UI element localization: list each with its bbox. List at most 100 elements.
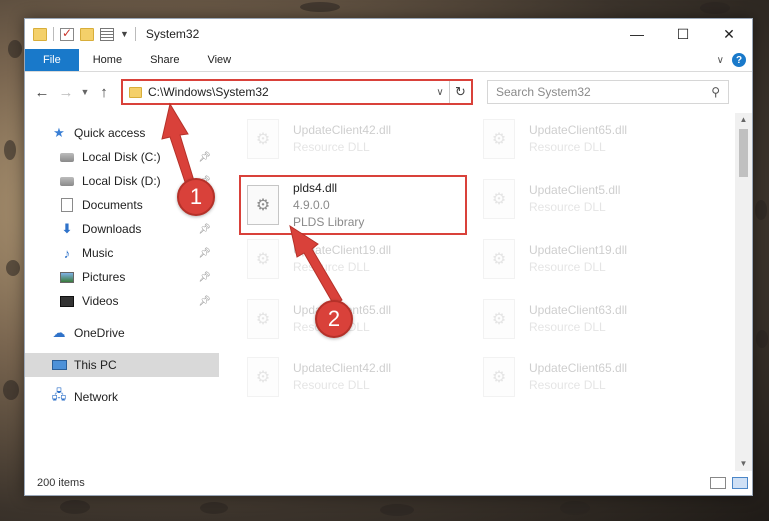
file-name: UpdateClient19.dll (529, 243, 628, 257)
pictures-icon (59, 270, 75, 284)
scroll-down-icon[interactable]: ▼ (735, 457, 752, 471)
sidebar-item-music[interactable]: ♪ Music 📌︎ (25, 241, 219, 265)
address-dropdown-icon[interactable]: ∨ (431, 87, 449, 98)
quick-access-toolbar: ▼ (25, 26, 136, 41)
dll-file-icon: ⚙ (483, 119, 515, 159)
sidebar-item-label: Quick access (74, 126, 146, 140)
pin-icon[interactable]: 📌︎ (198, 248, 211, 259)
dll-file-icon: ⚙ (483, 299, 515, 339)
close-button[interactable]: ✕ (706, 19, 752, 49)
file-item[interactable]: ⚙ UpdateClient63.dll Resource DLL (483, 295, 711, 343)
file-name: UpdateClient42.dll (293, 361, 392, 375)
sidebar-item-this-pc[interactable]: This PC (25, 353, 219, 377)
address-path[interactable]: C:\Windows\System32 (148, 85, 431, 99)
disk-icon (59, 174, 75, 188)
file-item[interactable]: ⚙ UpdateClient65.dll Resource DLL (483, 353, 711, 401)
dll-file-icon: ⚙ (483, 239, 515, 279)
pin-icon[interactable]: 📌︎ (198, 224, 211, 235)
file-type: Resource DLL (293, 378, 370, 392)
dll-file-icon: ⚙ (247, 119, 279, 159)
tab-file[interactable]: File (25, 49, 79, 71)
up-arrow-icon[interactable]: ↑ (93, 84, 115, 101)
file-item[interactable]: ⚙ UpdateClient19.dll Resource DLL (247, 235, 475, 283)
large-icons-view-icon[interactable] (732, 477, 748, 489)
sidebar-item-local-disk-c[interactable]: Local Disk (C:) 📌︎ (25, 145, 219, 169)
chevron-down-icon[interactable]: ▼ (120, 29, 129, 39)
search-input[interactable] (496, 85, 712, 99)
highlighted-file-item[interactable]: ⚙ plds4.dll 4.9.0.0 PLDS Library (239, 175, 467, 235)
scroll-up-icon[interactable]: ▲ (735, 113, 752, 127)
pin-icon[interactable]: 📌︎ (198, 152, 211, 163)
address-bar[interactable]: C:\Windows\System32 ∨ ↻ (121, 79, 473, 105)
file-item[interactable]: ⚙ UpdateClient42.dll Resource DLL (247, 353, 475, 401)
file-name: UpdateClient5.dll (529, 183, 621, 197)
star-icon: ★ (53, 125, 65, 140)
maximize-button[interactable]: ☐ (660, 19, 706, 49)
file-item[interactable]: ⚙ UpdateClient19.dll Resource DLL (483, 235, 711, 283)
cloud-icon: ☁ (52, 325, 66, 340)
sidebar-item-label: Pictures (82, 270, 126, 284)
sidebar-item-network[interactable]: 🖧︎ Network (25, 385, 219, 409)
file-item[interactable]: ⚙ UpdateClient65.dllResource DLL (247, 295, 475, 343)
search-icon[interactable]: ⚲ (711, 85, 720, 99)
window-title: System32 (145, 27, 200, 41)
documents-icon (59, 198, 75, 212)
minimize-button[interactable]: — (614, 19, 660, 49)
file-type: Resource DLL (529, 140, 606, 154)
sidebar-item-downloads[interactable]: ⬇ Downloads 📌︎ (25, 217, 219, 241)
search-box[interactable]: ⚲ (487, 80, 729, 104)
sidebar-item-quick-access[interactable]: ★ Quick access (25, 121, 219, 145)
tab-share[interactable]: Share (136, 49, 193, 71)
step-badge-1: 1 (177, 178, 215, 216)
folder-icon (129, 86, 142, 98)
file-item[interactable]: ⚙ UpdateClient5.dll Resource DLL (483, 175, 711, 223)
file-name: UpdateClient65.dll (529, 123, 628, 137)
disk-icon (59, 150, 75, 164)
title-bar: ▼ System32 — ☐ ✕ (25, 19, 752, 49)
forward-arrow-icon[interactable]: → (55, 84, 77, 101)
file-name: UpdateClient65.dll (529, 361, 628, 375)
vertical-scrollbar[interactable]: ▲ ▼ (735, 113, 752, 471)
properties-check-icon[interactable] (60, 26, 74, 41)
recent-locations-chevron-icon[interactable]: ▼ (79, 87, 91, 97)
customize-icon[interactable] (100, 27, 114, 41)
file-name: UpdateClient63.dll (529, 303, 628, 317)
dll-file-icon: ⚙ (483, 357, 515, 397)
sidebar-item-videos[interactable]: Videos 📌︎ (25, 289, 219, 313)
explorer-window: ▼ System32 — ☐ ✕ File Home Share View ∨ … (24, 18, 753, 496)
dll-file-icon: ⚙ (483, 179, 515, 219)
file-type: Resource DLL (529, 320, 606, 334)
sidebar-item-onedrive[interactable]: ☁ OneDrive (25, 321, 219, 345)
network-icon: 🖧︎ (51, 387, 67, 402)
file-item[interactable]: ⚙ UpdateClient42.dll Resource DLL (247, 115, 475, 163)
dll-file-icon: ⚙ (247, 239, 279, 279)
sidebar-item-label: Videos (82, 294, 119, 308)
status-bar: 200 items (25, 471, 752, 495)
tab-view[interactable]: View (193, 49, 245, 71)
ribbon-tabs: File Home Share View ∨ ? (25, 49, 752, 72)
computer-icon (51, 358, 67, 372)
pin-icon[interactable]: 📌︎ (198, 296, 211, 307)
refresh-icon[interactable]: ↻ (449, 81, 471, 103)
file-name: UpdateClient19.dll (293, 243, 392, 257)
file-item[interactable]: ⚙ UpdateClient65.dll Resource DLL (483, 115, 711, 163)
new-folder-icon[interactable] (80, 27, 94, 41)
help-icon[interactable]: ? (732, 53, 746, 67)
scrollbar-thumb[interactable] (739, 129, 748, 177)
expand-ribbon-icon[interactable]: ∨ (717, 55, 724, 66)
separator (53, 27, 54, 41)
step-badge-2: 2 (315, 300, 353, 338)
tab-home[interactable]: Home (79, 49, 136, 71)
sidebar-item-pictures[interactable]: Pictures 📌︎ (25, 265, 219, 289)
file-type: Resource DLL (529, 378, 606, 392)
download-icon: ⬇ (61, 221, 73, 236)
file-name: plds4.dll (293, 180, 338, 195)
pin-icon[interactable]: 📌︎ (198, 272, 211, 283)
sidebar-item-label: Downloads (82, 222, 142, 236)
details-view-icon[interactable] (710, 477, 726, 489)
videos-icon (59, 294, 75, 308)
item-count: 200 items (37, 477, 85, 489)
sidebar-item-label: Local Disk (D:) (82, 174, 161, 188)
back-arrow-icon[interactable]: ← (31, 84, 53, 101)
sidebar-item-label: Local Disk (C:) (82, 150, 161, 164)
